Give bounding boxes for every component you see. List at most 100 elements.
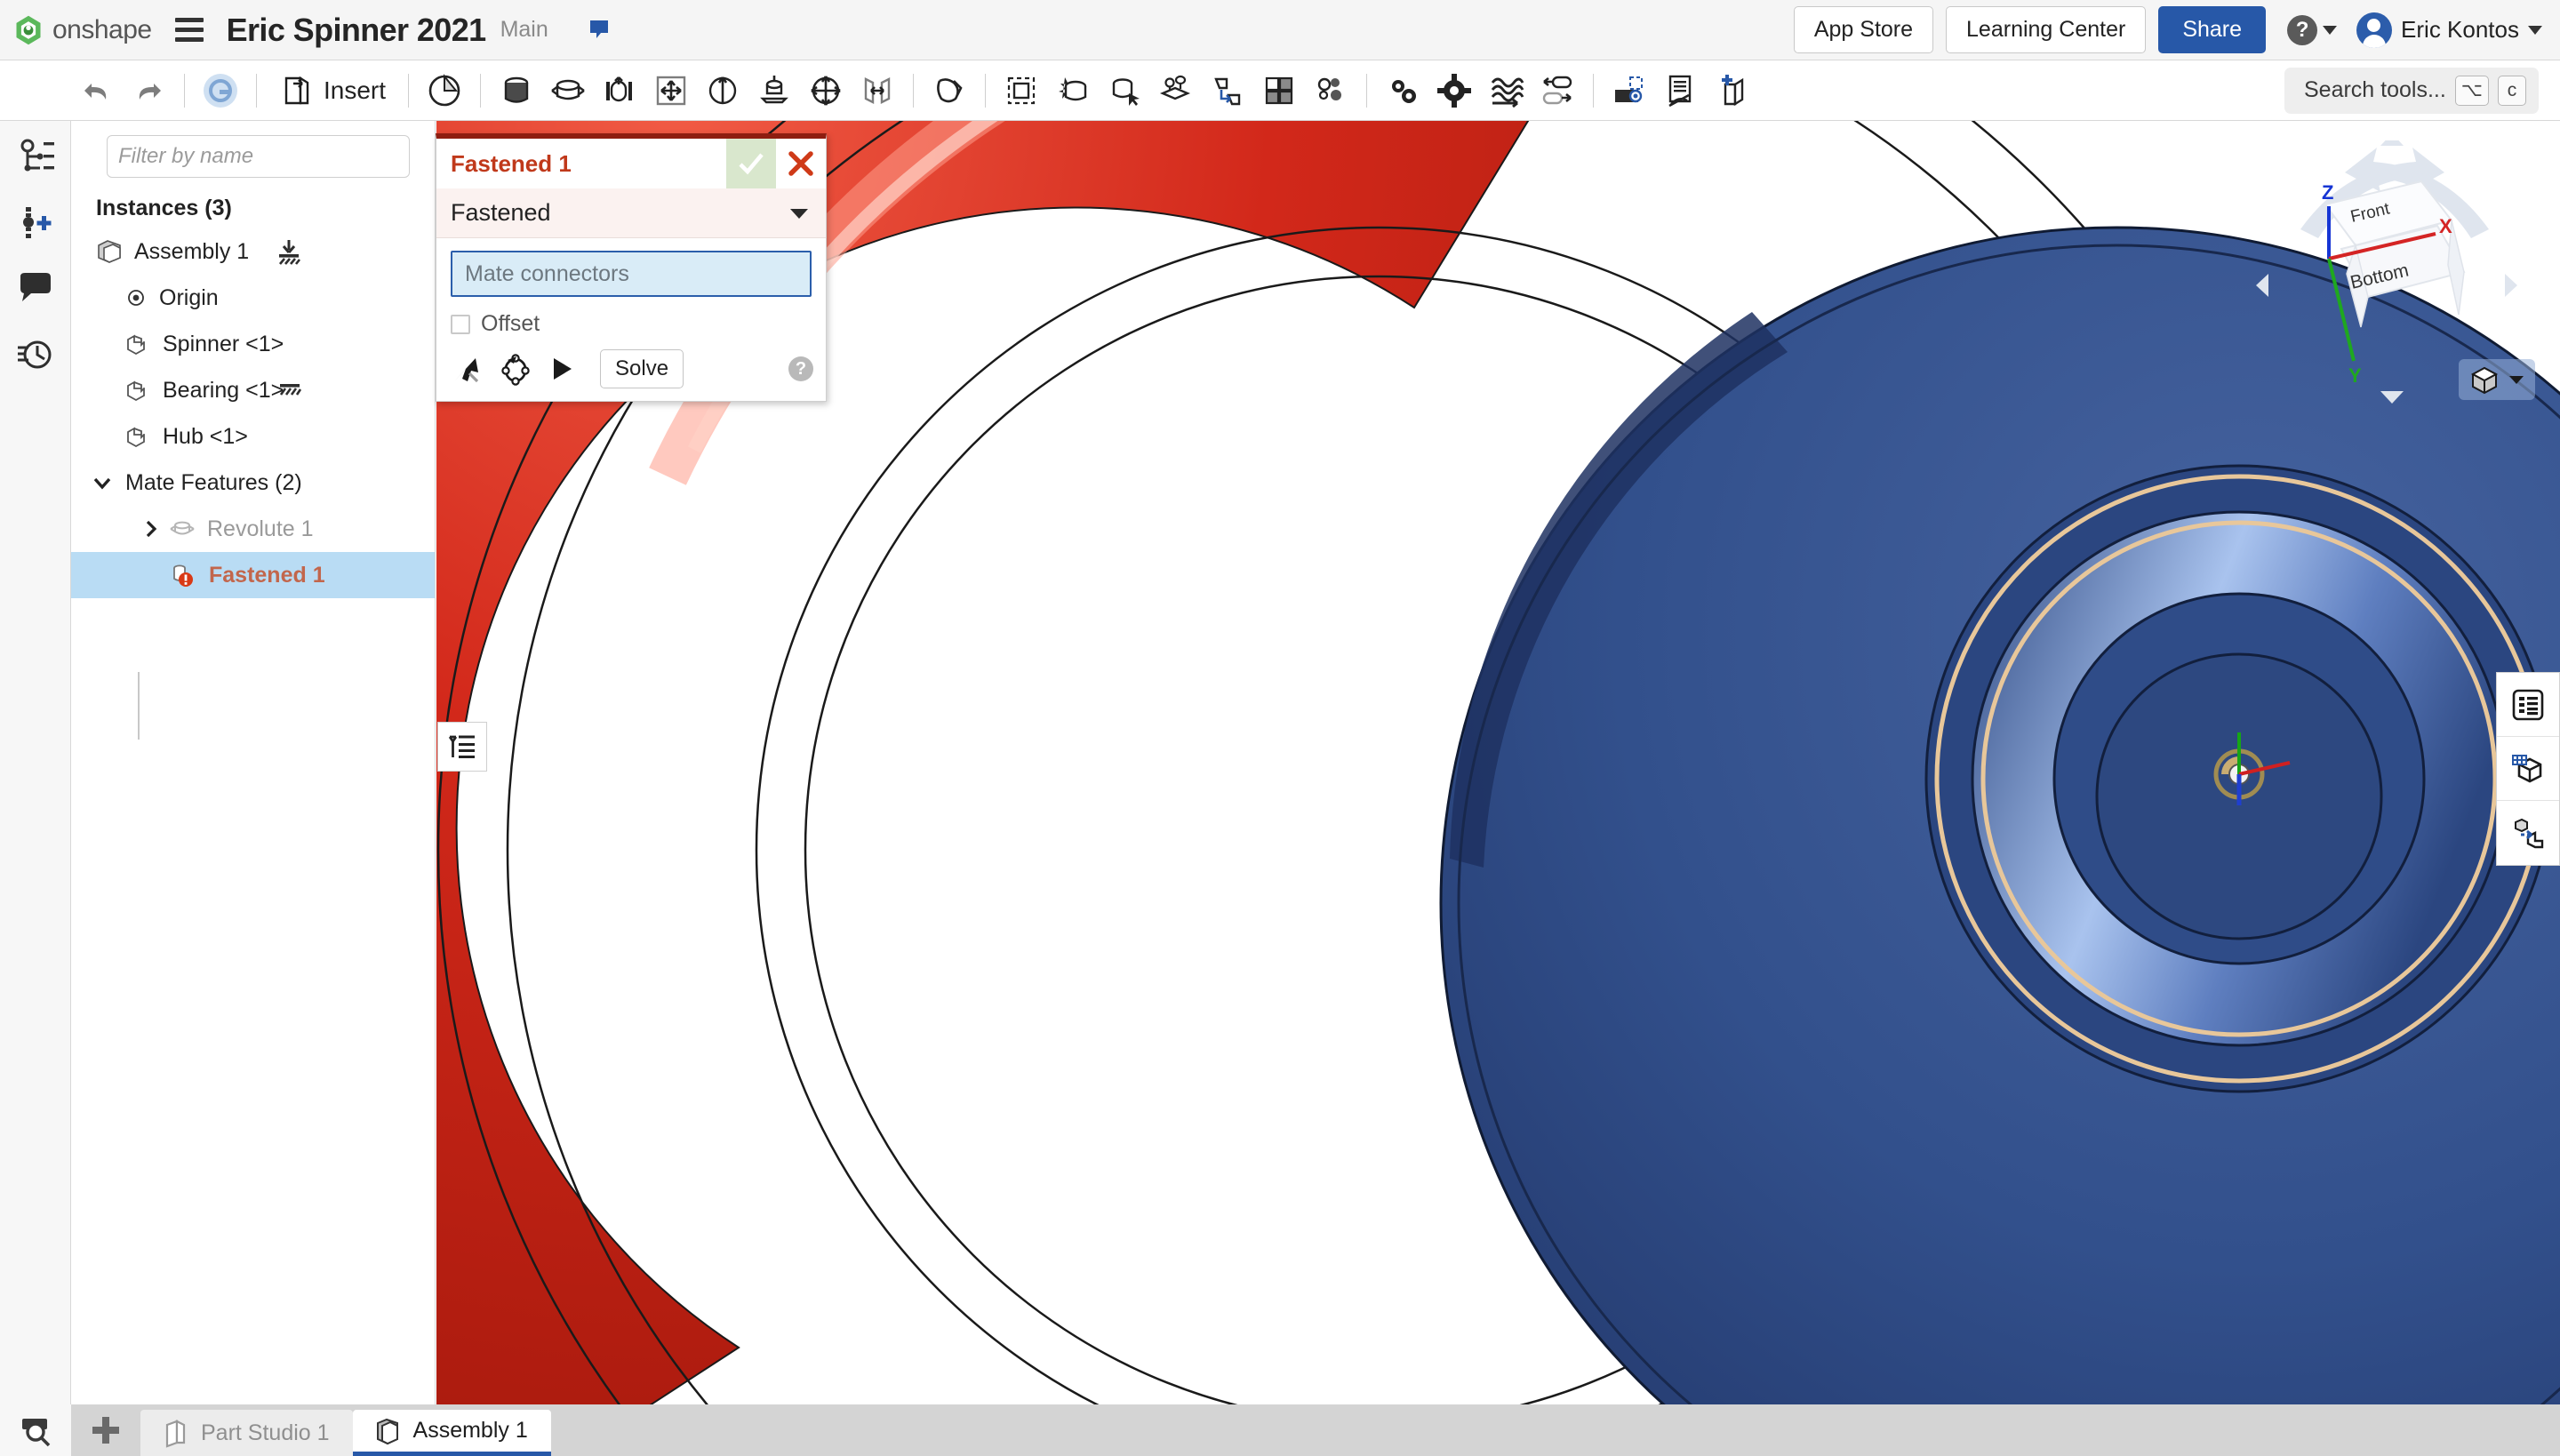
revolute-mate-icon[interactable] (419, 66, 470, 116)
bom-icon[interactable] (1305, 66, 1356, 116)
fastened-mate-icon[interactable] (852, 66, 903, 116)
assembly-toolbar: Insert (0, 60, 2560, 121)
hide-icon[interactable] (1655, 66, 1707, 116)
planar-mate-icon[interactable] (542, 66, 594, 116)
slider-mate-icon[interactable] (697, 66, 748, 116)
app-header: onshape Eric Spinner 2021 Main App Store… (0, 0, 2560, 60)
solve-button[interactable]: Solve (600, 349, 684, 388)
toolbar-divider (480, 74, 481, 108)
help-menu[interactable]: ? (2287, 15, 2337, 45)
settings-gear-icon[interactable] (1428, 66, 1480, 116)
mate-connector-icon[interactable] (996, 66, 1047, 116)
play-icon[interactable] (547, 354, 577, 384)
onshape-logo-text: onshape (52, 15, 152, 45)
filter-input[interactable] (107, 135, 410, 178)
ball-mate-icon[interactable] (594, 66, 645, 116)
mate-type-dropdown[interactable]: Fastened (436, 188, 826, 238)
tree-node-bearing[interactable]: Bearing <1> (71, 367, 435, 413)
transfer-icon[interactable] (1532, 66, 1583, 116)
view-orientation-button[interactable] (2459, 359, 2535, 400)
mate-type-value: Fastened (451, 199, 788, 227)
learning-center-button[interactable]: Learning Center (1946, 6, 2146, 53)
help-icon: ? (2287, 15, 2317, 45)
onshape-logo-icon (12, 14, 44, 46)
hamburger-icon[interactable] (175, 17, 204, 44)
toolbar-divider (985, 74, 986, 108)
user-menu[interactable]: Eric Kontos (2356, 12, 2542, 48)
mirror-icon[interactable] (1150, 66, 1202, 116)
group-icon[interactable] (924, 66, 975, 116)
tree-node-assembly-1[interactable]: Assembly 1 (71, 228, 435, 275)
tree-node-fastened-1[interactable]: Fastened 1 (71, 552, 435, 598)
onshape-logo[interactable]: onshape (12, 14, 152, 46)
dialog-cancel-button[interactable] (776, 139, 826, 188)
arrow-cursor-icon[interactable] (451, 352, 484, 386)
mate-features-label: Mate Features (2) (125, 470, 302, 496)
insert-button[interactable]: Insert (267, 73, 398, 108)
tree-node-label: Revolute 1 (207, 516, 314, 542)
tab-search-icon[interactable] (0, 1404, 71, 1456)
chevron-right-icon[interactable] (140, 518, 162, 540)
branch-label: Main (500, 17, 548, 43)
fastened-mate-icon (169, 561, 197, 589)
mate-features-header[interactable]: Mate Features (2) (71, 460, 435, 506)
display-state-icon[interactable] (1604, 66, 1655, 116)
shortcut-key-c: c (2498, 76, 2526, 106)
workspace-icon[interactable] (584, 15, 614, 45)
toolbar-divider (408, 74, 409, 108)
toolbar-divider (1593, 74, 1594, 108)
cylindrical-mate-icon[interactable] (491, 66, 542, 116)
left-rail (0, 121, 71, 1404)
share-button[interactable]: Share (2158, 6, 2266, 53)
new-part-icon[interactable] (1707, 66, 1758, 116)
tab-assembly-1[interactable]: Assembly 1 (353, 1410, 551, 1456)
tree-node-revolute-1[interactable]: Revolute 1 (71, 506, 435, 552)
pattern-icon[interactable] (1099, 66, 1150, 116)
fix-ground-icon[interactable] (275, 237, 303, 266)
tab-part-studio-1[interactable]: Part Studio 1 (140, 1410, 353, 1456)
tab-label: Assembly 1 (413, 1418, 528, 1444)
replicate-icon[interactable] (1047, 66, 1099, 116)
view-cube-icon (2468, 364, 2500, 396)
assemble-icon[interactable] (195, 66, 246, 116)
tree-node-label: Hub <1> (163, 424, 248, 450)
search-tools[interactable]: Search tools... ⌥ c (2284, 68, 2539, 114)
explode-view-icon[interactable] (2497, 801, 2559, 865)
header-actions: App Store Learning Center Share ? Eric K… (1794, 6, 2560, 53)
dialog-body: Mate connectors Offset (436, 238, 826, 344)
tree-node-label: Fastened 1 (209, 563, 325, 588)
offset-checkbox[interactable] (451, 315, 470, 334)
display-panel-icon[interactable] (2497, 673, 2559, 737)
axis-y-label: Y (2348, 364, 2362, 387)
search-tools-label: Search tools... (2304, 77, 2446, 103)
app-store-button[interactable]: App Store (1794, 6, 1933, 53)
undo-icon[interactable] (71, 66, 123, 116)
dialog-accept-button[interactable] (726, 139, 776, 188)
feature-tree-icon[interactable] (11, 132, 60, 181)
viewport-right-tools (2496, 672, 2560, 866)
dialog-help-icon[interactable]: ? (788, 356, 813, 381)
ground-icon[interactable] (276, 377, 303, 404)
pin-slot-mate-icon[interactable] (645, 66, 697, 116)
parallel-mate-icon[interactable] (748, 66, 800, 116)
explode-icon[interactable] (1253, 66, 1305, 116)
chevron-down-icon[interactable] (91, 471, 114, 494)
comments-icon[interactable] (11, 263, 60, 313)
redo-icon[interactable] (123, 66, 174, 116)
appearance-cube-icon[interactable] (2497, 737, 2559, 801)
tree-node-hub[interactable]: Hub <1> (71, 413, 435, 460)
history-icon[interactable] (11, 329, 60, 379)
mate-connectors-input[interactable]: Mate connectors (451, 251, 812, 297)
tree-node-origin[interactable]: Origin (71, 275, 435, 321)
mate-connector-flip-icon[interactable] (499, 352, 532, 386)
tangent-mate-icon[interactable] (800, 66, 852, 116)
tree-node-spinner[interactable]: Spinner <1> (71, 321, 435, 367)
gear-relation-icon[interactable] (1377, 66, 1428, 116)
tree-filter-row (71, 121, 435, 187)
fastened-mate-dialog[interactable]: Fastened 1 Fastened Mate connectors (436, 133, 827, 402)
add-tab-button[interactable] (71, 1404, 140, 1456)
transform-icon[interactable] (1202, 66, 1253, 116)
spring-icon[interactable] (1480, 66, 1532, 116)
collapse-tree-icon[interactable] (437, 722, 487, 772)
add-mate-icon[interactable] (11, 197, 60, 247)
